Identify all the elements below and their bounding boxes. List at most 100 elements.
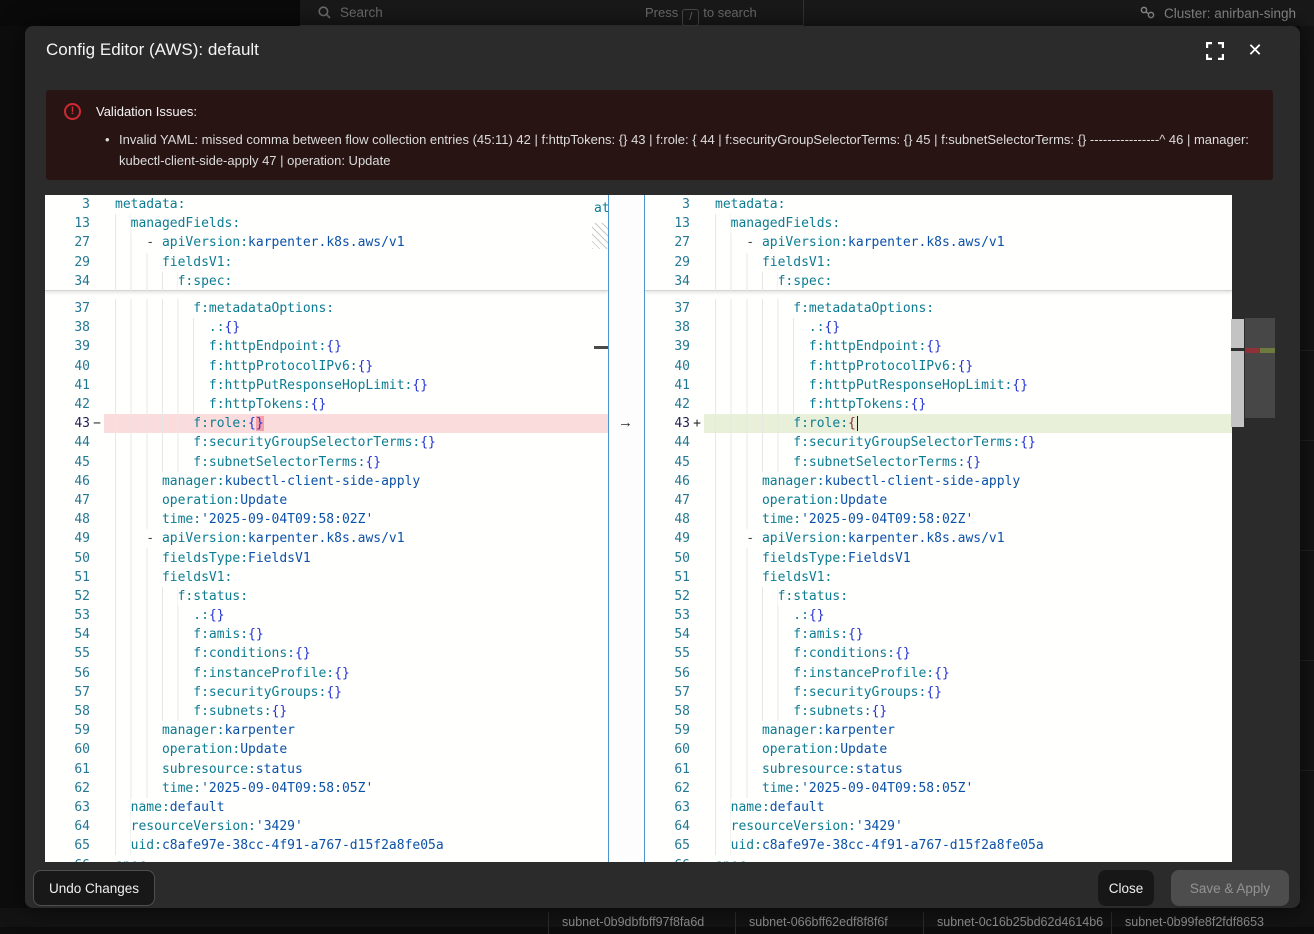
code-text[interactable]: f:httpEndpoint: {}: [704, 337, 1232, 356]
code-line-right-59[interactable]: 59manager: karpenter: [645, 721, 1232, 740]
code-text[interactable]: fieldsType: FieldsV1: [704, 548, 1232, 567]
code-text[interactable]: uid: c8afe97e-38cc-4f91-a767-d15f2a8fe05…: [104, 836, 608, 855]
code-line-left-53[interactable]: 53.: {}: [45, 606, 608, 625]
code-text[interactable]: uid: c8afe97e-38cc-4f91-a767-d15f2a8fe05…: [704, 836, 1232, 855]
code-line-right-40[interactable]: 40f:httpProtocolIPv6: {}: [645, 357, 1232, 376]
code-text[interactable]: f:subnets: {}: [704, 702, 1232, 721]
code-text[interactable]: f:subnetSelectorTerms: {}: [104, 453, 608, 472]
code-line-left-65[interactable]: 65uid: c8afe97e-38cc-4f91-a767-d15f2a8fe…: [45, 836, 608, 855]
code-line-sticky-right-34[interactable]: 34f:spec:: [645, 272, 1232, 291]
code-line-right-60[interactable]: 60operation: Update: [645, 740, 1232, 759]
code-line-sticky-left-13[interactable]: 13managedFields:: [45, 214, 608, 233]
cluster-selector[interactable]: Cluster: anirban-singh: [1140, 0, 1296, 26]
code-text[interactable]: manager: kubectl-client-side-apply: [704, 472, 1232, 491]
code-text[interactable]: manager: karpenter: [704, 721, 1232, 740]
code-text[interactable]: operation: Update: [104, 740, 608, 759]
code-line-right-43[interactable]: 43+f:role: {: [645, 414, 1232, 433]
code-line-sticky-right-27[interactable]: 27- apiVersion: karpenter.k8s.aws/v1: [645, 233, 1232, 252]
code-text[interactable]: f:instanceProfile: {}: [104, 664, 608, 683]
code-text[interactable]: time: '2025-09-04T09:58:02Z': [104, 510, 608, 529]
code-line-left-62[interactable]: 62time: '2025-09-04T09:58:05Z': [45, 779, 608, 798]
code-text[interactable]: operation: Update: [104, 491, 608, 510]
code-text[interactable]: - apiVersion: karpenter.k8s.aws/v1: [704, 529, 1232, 548]
code-line-sticky-left-34[interactable]: 34f:spec:: [45, 272, 608, 291]
code-line-left-66[interactable]: 66spec:: [45, 855, 608, 862]
code-line-sticky-right-13[interactable]: 13managedFields:: [645, 214, 1232, 233]
code-text[interactable]: fieldsV1:: [704, 568, 1232, 587]
code-line-left-44[interactable]: 44f:securityGroupSelectorTerms: {}: [45, 433, 608, 452]
code-line-right-42[interactable]: 42f:httpTokens: {}: [645, 395, 1232, 414]
code-line-left-40[interactable]: 40f:httpProtocolIPv6: {}: [45, 357, 608, 376]
code-line-left-38[interactable]: 38.: {}: [45, 318, 608, 337]
code-line-left-54[interactable]: 54f:amis: {}: [45, 625, 608, 644]
code-text[interactable]: .: {}: [704, 318, 1232, 337]
code-text[interactable]: metadata:: [704, 195, 1232, 214]
code-text[interactable]: f:metadataOptions:: [104, 299, 608, 318]
code-text[interactable]: name: default: [104, 798, 608, 817]
code-text[interactable]: f:status:: [704, 587, 1232, 606]
code-line-left-51[interactable]: 51fieldsV1:: [45, 568, 608, 587]
code-text[interactable]: f:status:: [104, 587, 608, 606]
code-text[interactable]: f:metadataOptions:: [704, 299, 1232, 318]
code-text[interactable]: f:httpTokens: {}: [704, 395, 1232, 414]
diff-pane-original[interactable]: 3metadata:13managedFields:27- apiVersion…: [45, 195, 608, 862]
code-text[interactable]: operation: Update: [704, 491, 1232, 510]
code-line-right-53[interactable]: 53.: {}: [645, 606, 1232, 625]
code-line-right-46[interactable]: 46manager: kubectl-client-side-apply: [645, 472, 1232, 491]
code-text[interactable]: f:instanceProfile: {}: [704, 664, 1232, 683]
code-text[interactable]: .: {}: [104, 318, 608, 337]
code-text[interactable]: f:securityGroups: {}: [104, 683, 608, 702]
code-line-right-51[interactable]: 51fieldsV1:: [645, 568, 1232, 587]
code-line-left-56[interactable]: 56f:instanceProfile: {}: [45, 664, 608, 683]
code-text[interactable]: manager: karpenter: [104, 721, 608, 740]
save-apply-button[interactable]: Save & Apply: [1171, 870, 1289, 906]
code-line-left-59[interactable]: 59manager: karpenter: [45, 721, 608, 740]
code-line-left-49[interactable]: 49- apiVersion: karpenter.k8s.aws/v1: [45, 529, 608, 548]
code-line-sticky-right-29[interactable]: 29fieldsV1:: [645, 253, 1232, 272]
diff-editor[interactable]: 3metadata:13managedFields:27- apiVersion…: [45, 195, 1275, 862]
code-line-right-56[interactable]: 56f:instanceProfile: {}: [645, 664, 1232, 683]
code-text[interactable]: time: '2025-09-04T09:58:02Z': [704, 510, 1232, 529]
code-line-right-66[interactable]: 66spec:: [645, 855, 1232, 862]
code-line-right-39[interactable]: 39f:httpEndpoint: {}: [645, 337, 1232, 356]
code-line-left-48[interactable]: 48time: '2025-09-04T09:58:02Z': [45, 510, 608, 529]
code-line-right-38[interactable]: 38.: {}: [645, 318, 1232, 337]
code-text[interactable]: fieldsV1:: [104, 253, 608, 272]
code-text[interactable]: f:httpPutResponseHopLimit: {}: [704, 376, 1232, 395]
code-line-sticky-right-3[interactable]: 3metadata:: [645, 195, 1232, 214]
code-line-sticky-left-3[interactable]: 3metadata:: [45, 195, 608, 214]
code-line-right-47[interactable]: 47operation: Update: [645, 491, 1232, 510]
code-text[interactable]: f:conditions: {}: [704, 644, 1232, 663]
left-lines[interactable]: 37f:metadataOptions:38.: {}39f:httpEndpo…: [45, 299, 608, 862]
code-line-right-65[interactable]: 65uid: c8afe97e-38cc-4f91-a767-d15f2a8fe…: [645, 836, 1232, 855]
code-text[interactable]: f:spec:: [104, 272, 608, 291]
code-line-left-42[interactable]: 42f:httpTokens: {}: [45, 395, 608, 414]
code-text[interactable]: f:role: {}: [104, 414, 608, 433]
code-text[interactable]: f:httpTokens: {}: [104, 395, 608, 414]
code-text[interactable]: f:amis: {}: [704, 625, 1232, 644]
code-line-right-58[interactable]: 58f:subnets: {}: [645, 702, 1232, 721]
code-text[interactable]: f:amis: {}: [104, 625, 608, 644]
code-line-sticky-left-27[interactable]: 27- apiVersion: karpenter.k8s.aws/v1: [45, 233, 608, 252]
code-line-right-61[interactable]: 61subresource: status: [645, 760, 1232, 779]
close-icon[interactable]: ✕: [1244, 39, 1266, 61]
code-line-left-63[interactable]: 63name: default: [45, 798, 608, 817]
code-text[interactable]: managedFields:: [704, 214, 1232, 233]
code-line-left-46[interactable]: 46manager: kubectl-client-side-apply: [45, 472, 608, 491]
code-line-left-45[interactable]: 45f:subnetSelectorTerms: {}: [45, 453, 608, 472]
code-line-left-64[interactable]: 64resourceVersion: '3429': [45, 817, 608, 836]
code-line-right-52[interactable]: 52f:status:: [645, 587, 1232, 606]
code-text[interactable]: f:securityGroupSelectorTerms: {}: [704, 433, 1232, 452]
code-text[interactable]: f:httpEndpoint: {}: [104, 337, 608, 356]
code-text[interactable]: .: {}: [704, 606, 1232, 625]
code-text[interactable]: .: {}: [104, 606, 608, 625]
code-text[interactable]: time: '2025-09-04T09:58:05Z': [104, 779, 608, 798]
code-text[interactable]: metadata:: [104, 195, 608, 214]
right-lines[interactable]: 37f:metadataOptions:38.: {}39f:httpEndpo…: [645, 299, 1232, 862]
code-line-right-64[interactable]: 64resourceVersion: '3429': [645, 817, 1232, 836]
code-text[interactable]: f:securityGroupSelectorTerms: {}: [104, 433, 608, 452]
code-line-right-62[interactable]: 62time: '2025-09-04T09:58:05Z': [645, 779, 1232, 798]
code-text[interactable]: - apiVersion: karpenter.k8s.aws/v1: [704, 233, 1232, 252]
code-text[interactable]: name: default: [704, 798, 1232, 817]
code-text[interactable]: spec:: [704, 855, 1232, 862]
